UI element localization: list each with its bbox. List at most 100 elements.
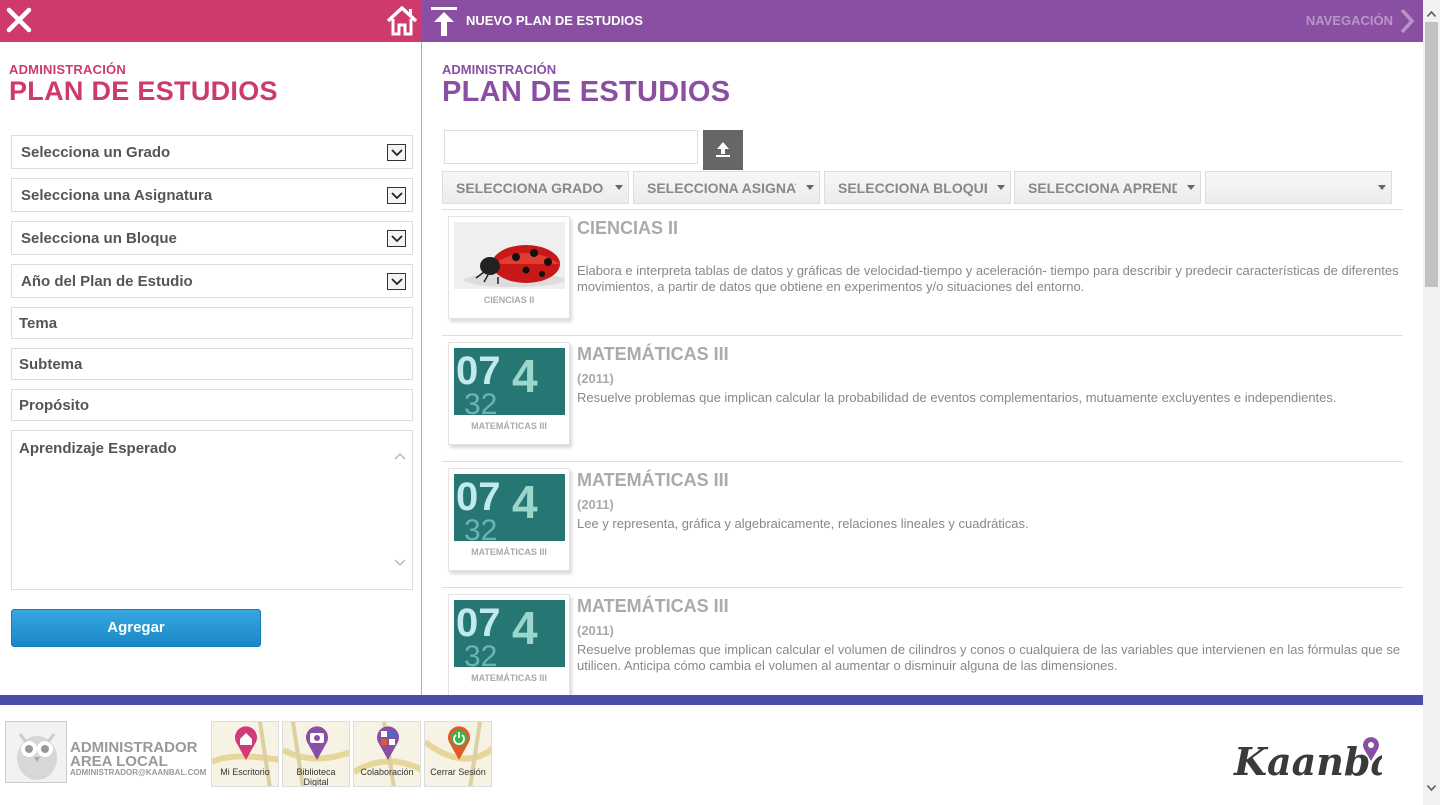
agregar-button[interactable]: Agregar bbox=[11, 609, 261, 647]
svg-text:07: 07 bbox=[456, 601, 501, 645]
result-item[interactable]: CIENCIAS II CIENCIAS II Elabora e interp… bbox=[442, 210, 1403, 336]
caret-down-icon bbox=[1378, 185, 1386, 190]
result-year: (2011) bbox=[577, 623, 614, 638]
result-item[interactable]: 07 4 32 MATEMÁTICAS III MATEMÁTICAS III … bbox=[442, 588, 1403, 695]
scroll-up-icon[interactable] bbox=[394, 447, 406, 464]
left-page-title: PLAN DE ESTUDIOS bbox=[9, 76, 278, 106]
result-thumbnail[interactable]: CIENCIAS II bbox=[448, 216, 570, 319]
left-eyebrow: ADMINISTRACIÓN bbox=[9, 62, 126, 77]
right-panel: NUEVO PLAN DE ESTUDIOS NAVEGACIÓN ADMINI… bbox=[422, 0, 1423, 695]
scrollbar-thumb[interactable] bbox=[1425, 22, 1438, 287]
close-icon[interactable] bbox=[4, 5, 34, 35]
chevron-down-icon bbox=[387, 144, 406, 161]
svg-text:4: 4 bbox=[512, 602, 538, 654]
app-mi-escritorio[interactable]: Mi Escritorio bbox=[211, 721, 279, 787]
thumbnail-caption: MATEMÁTICAS III bbox=[471, 421, 547, 431]
result-thumbnail[interactable]: 07 4 32 MATEMÁTICAS III bbox=[448, 342, 570, 445]
upload-arrow-icon[interactable] bbox=[429, 5, 459, 37]
filter-grado[interactable]: SELECCIONA GRADO bbox=[442, 171, 629, 204]
svg-text:07: 07 bbox=[456, 349, 501, 393]
scroll-up-icon[interactable] bbox=[1426, 4, 1437, 22]
result-title: CIENCIAS II bbox=[577, 218, 679, 238]
svg-text:32: 32 bbox=[464, 514, 497, 541]
select-bloque[interactable]: Selecciona un Bloque bbox=[11, 221, 413, 255]
navegacion-link[interactable]: NAVEGACIÓN bbox=[1306, 13, 1393, 28]
upload-button[interactable] bbox=[703, 130, 743, 170]
result-description: Resuelve problemas que implican calcular… bbox=[577, 390, 1337, 405]
aprendizaje-esperado-placeholder: Aprendizaje Esperado bbox=[19, 440, 177, 457]
home-icon[interactable] bbox=[385, 4, 419, 38]
upload-icon bbox=[716, 142, 730, 157]
svg-text:32: 32 bbox=[464, 640, 497, 667]
svg-text:4: 4 bbox=[512, 476, 538, 528]
caret-down-icon bbox=[806, 185, 814, 190]
page-scrollbar[interactable] bbox=[1423, 0, 1440, 805]
caret-down-icon bbox=[1187, 185, 1195, 190]
select-bloque-label: Selecciona un Bloque bbox=[21, 230, 177, 247]
app-label: Mi Escritorio bbox=[220, 767, 270, 777]
scroll-down-icon[interactable] bbox=[394, 554, 406, 571]
right-page-title: PLAN DE ESTUDIOS bbox=[442, 76, 731, 108]
select-anio-plan[interactable]: Año del Plan de Estudio bbox=[11, 264, 413, 298]
chevron-down-icon bbox=[387, 187, 406, 204]
svg-text:07: 07 bbox=[456, 475, 501, 519]
result-year: (2011) bbox=[577, 497, 614, 512]
filter-bloque-label: SELECCIONA BLOQUE bbox=[838, 180, 987, 196]
scroll-down-icon[interactable] bbox=[1426, 778, 1437, 796]
thumbnail-caption: MATEMÁTICAS III bbox=[471, 547, 547, 557]
app-label: Colaboración bbox=[360, 767, 414, 777]
filter-extra[interactable] bbox=[1205, 171, 1392, 204]
user-email: ADMINISTRADOR@KAANBAL.COM bbox=[70, 768, 207, 777]
search-input[interactable] bbox=[444, 130, 698, 164]
avatar[interactable] bbox=[5, 721, 67, 783]
chevron-right-icon[interactable] bbox=[1399, 8, 1415, 39]
select-grado-label: Selecciona un Grado bbox=[21, 144, 171, 161]
result-year: (2011) bbox=[577, 371, 614, 386]
thumbnail-caption: CIENCIAS II bbox=[483, 295, 535, 305]
filter-asignatura[interactable]: SELECCIONA ASIGNATURA bbox=[633, 171, 820, 204]
chevron-down-icon bbox=[387, 273, 406, 290]
subtema-input[interactable]: Subtema bbox=[11, 348, 413, 380]
power-pin-icon bbox=[448, 726, 470, 760]
app-cerrar-sesion[interactable]: Cerrar Sesión bbox=[424, 721, 492, 787]
result-title: MATEMÁTICAS III bbox=[577, 470, 729, 490]
result-title: MATEMÁTICAS III bbox=[577, 596, 729, 616]
right-eyebrow: ADMINISTRACIÓN bbox=[442, 62, 557, 77]
aprendizaje-esperado-textarea[interactable]: Aprendizaje Esperado bbox=[11, 430, 413, 590]
caret-down-icon bbox=[997, 185, 1005, 190]
filter-aprendizaje[interactable]: SELECCIONA APRENDIZAJE bbox=[1014, 171, 1201, 204]
result-description: Lee y representa, gráfica y algebraicame… bbox=[577, 516, 1029, 531]
nuevo-plan-link[interactable]: NUEVO PLAN DE ESTUDIOS bbox=[466, 13, 643, 28]
result-item[interactable]: 07 4 32 MATEMÁTICAS III MATEMÁTICAS III … bbox=[442, 336, 1403, 462]
grid-pin-icon bbox=[377, 726, 399, 760]
svg-text:4: 4 bbox=[512, 350, 538, 402]
result-title: MATEMÁTICAS III bbox=[577, 344, 729, 364]
owl-avatar-icon bbox=[17, 733, 57, 780]
caret-down-icon bbox=[615, 185, 623, 190]
app-label: Biblioteca Digital bbox=[296, 767, 336, 787]
proposito-input[interactable]: Propósito bbox=[11, 389, 413, 421]
numbers-image: 07 4 32 bbox=[454, 348, 565, 415]
select-asignatura-label: Selecciona una Asignatura bbox=[21, 187, 213, 204]
chevron-down-icon bbox=[387, 230, 406, 247]
footer-divider bbox=[0, 695, 1423, 705]
svg-text:Kaanbal: Kaanbal bbox=[1233, 739, 1382, 784]
svg-text:32: 32 bbox=[464, 388, 497, 415]
filter-bloque[interactable]: SELECCIONA BLOQUE bbox=[824, 171, 1011, 204]
home-pin-icon bbox=[235, 726, 257, 760]
app-colaboracion[interactable]: Colaboración bbox=[353, 721, 421, 787]
result-thumbnail[interactable]: 07 4 32 MATEMÁTICAS III bbox=[448, 468, 570, 571]
footer: ADMINISTRADOR AREA LOCAL ADMINISTRADOR@K… bbox=[0, 705, 1423, 805]
right-topbar: NUEVO PLAN DE ESTUDIOS NAVEGACIÓN bbox=[422, 0, 1423, 42]
filter-grado-label: SELECCIONA GRADO bbox=[456, 180, 604, 196]
thumbnail-caption: MATEMÁTICAS III bbox=[471, 673, 547, 683]
app-biblioteca-digital[interactable]: Biblioteca Digital bbox=[282, 721, 350, 787]
result-description: Elabora e interpreta tablas de datos y g… bbox=[577, 263, 1399, 294]
result-thumbnail[interactable]: 07 4 32 MATEMÁTICAS III bbox=[448, 594, 570, 695]
select-asignatura[interactable]: Selecciona una Asignatura bbox=[11, 178, 413, 212]
select-grado[interactable]: Selecciona un Grado bbox=[11, 135, 413, 169]
result-item[interactable]: 07 4 32 MATEMÁTICAS III MATEMÁTICAS III … bbox=[442, 462, 1403, 588]
result-description: Resuelve problemas que implican calcular… bbox=[577, 642, 1401, 673]
left-topbar bbox=[0, 0, 422, 42]
tema-input[interactable]: Tema bbox=[11, 307, 413, 339]
